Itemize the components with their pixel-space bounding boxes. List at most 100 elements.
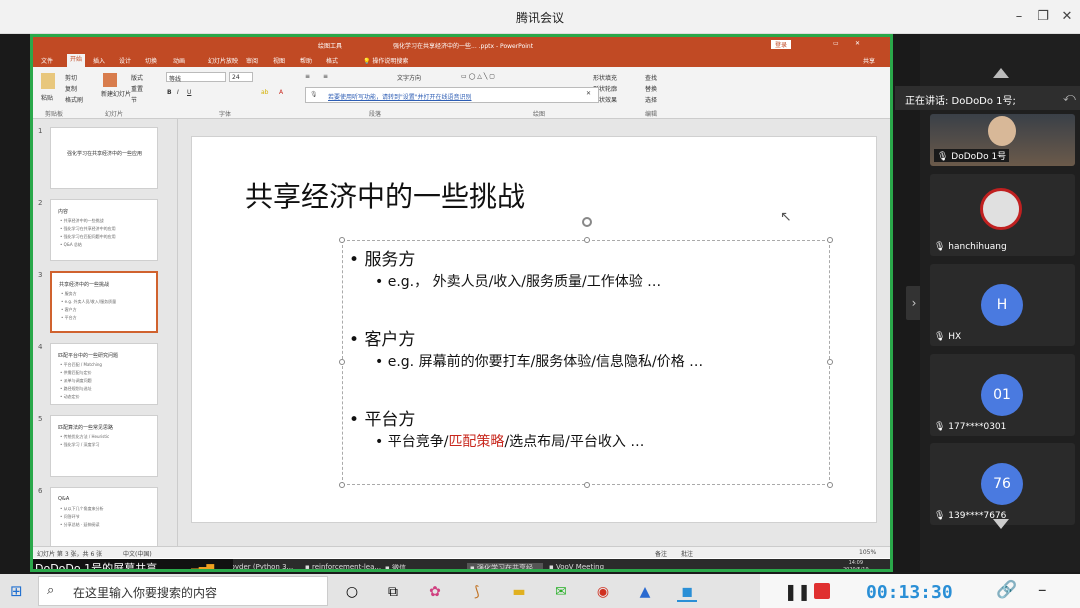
resize-handle[interactable] (584, 237, 590, 243)
resize-handle[interactable] (827, 237, 833, 243)
ribbon-options-icon[interactable]: ▭ (833, 40, 839, 47)
replace-button[interactable]: 替换 (645, 84, 657, 93)
dictation-notice-link[interactable]: 若要使用听写功能，请转到"设置"并打开在线语音识别 (328, 92, 472, 101)
task-view-icon[interactable]: ⧉ (383, 582, 403, 602)
font-size-field[interactable]: 24 (229, 72, 253, 82)
slide-thumbnail[interactable]: 内容 • 共享经济中的一些挑战 • 强化学习在共享经济中的应用 • 强化学习在匹配问题… (50, 199, 158, 261)
resize-handle[interactable] (339, 359, 345, 365)
ribbon-tab[interactable]: 切换 (145, 56, 157, 65)
zoom-level[interactable]: 105% (859, 549, 876, 556)
paste-button[interactable]: 粘贴 (41, 93, 53, 102)
resize-handle[interactable] (339, 482, 345, 488)
format-painter-button[interactable]: 格式刷 (65, 95, 83, 104)
slide-thumbnail[interactable]: 共享经济中的一些挑战 • 服务方 • e.g. 外卖人员/收入/服务质量 • 客户方 •… (50, 271, 158, 333)
font-name-field[interactable]: 等线 (166, 72, 226, 83)
rotate-handle-icon[interactable] (582, 217, 592, 227)
paste-icon[interactable] (41, 73, 55, 89)
tencent-meeting-icon[interactable]: ◼ (677, 582, 697, 602)
font-color-icon[interactable]: A (279, 89, 283, 96)
reset-button[interactable]: 重置 (131, 84, 143, 93)
shapes-gallery[interactable]: ▭ ◯ △ ╲ ▢ (461, 73, 495, 80)
slide-thumbnail[interactable]: 匹配算法的一些常见思路 • 传统优化方法 / Heuristic • 强化学习 / … (50, 415, 158, 477)
ribbon-tab[interactable]: 动画 (173, 56, 185, 65)
taskbar-app[interactable]: ▪ VooV Meeting (549, 563, 604, 569)
participant-tile[interactable]: 🎙 hanchihuang (930, 174, 1075, 256)
underline-icon[interactable]: U (187, 89, 191, 96)
participant-tile[interactable]: H 🎙 HX (930, 264, 1075, 346)
cut-button[interactable]: 剪切 (65, 73, 77, 82)
bullets-icon[interactable]: ≡ (305, 73, 310, 80)
resize-handle[interactable] (827, 359, 833, 365)
new-slide-icon[interactable] (103, 73, 117, 87)
ppt-close-icon[interactable]: ✕ (855, 40, 860, 47)
detail-provider: • e.g.， 外卖人员/收入/服务质量/工作体验 … (375, 274, 662, 290)
find-button[interactable]: 查找 (645, 73, 657, 82)
select-button[interactable]: 选择 (645, 95, 657, 104)
expand-icon[interactable]: ⤺ (1063, 90, 1076, 105)
scroll-up-icon[interactable] (993, 68, 1009, 78)
app-pinned-icon[interactable]: ⟆ (467, 582, 487, 602)
text-direction-button[interactable]: 文字方向 (397, 73, 421, 82)
new-slide-button[interactable]: 新建幻灯片 (101, 89, 131, 98)
thumbnail-number: 6 (38, 487, 43, 495)
ribbon-tab[interactable]: 幻灯片放映 (208, 56, 238, 65)
ribbon-tab[interactable]: 设计 (119, 56, 131, 65)
notice-close-icon[interactable]: ✕ (586, 90, 591, 97)
resize-handle[interactable] (827, 482, 833, 488)
scroll-down-icon[interactable] (993, 519, 1009, 529)
taskbar-app[interactable]: ▪ 微信 (385, 563, 406, 569)
slide-thumbnail[interactable]: Q&A • 从以下几个角度来分析 • 问答环节 • 分享总结 · 延伸阅读 (50, 487, 158, 549)
taskbar-app[interactable]: ▪ reinforcement-lea... (305, 563, 381, 569)
close-icon[interactable]: ✕ (1056, 6, 1078, 28)
app-pinned-icon[interactable]: ✿ (425, 582, 445, 602)
lightbulb-icon[interactable]: 💡 操作说明搜索 (363, 56, 408, 65)
shape-fill-button[interactable]: 形状填充 (593, 73, 617, 82)
minimize-icon[interactable]: – (1008, 6, 1030, 28)
slide: 共享经济中的一些挑战 • 服务方 • e.g.， 外卖人员/收入/服务质量/工作… (191, 136, 877, 523)
pause-icon[interactable]: ❚❚ (784, 582, 811, 601)
share-button[interactable]: 共享 (863, 56, 875, 65)
slide-thumbnail[interactable]: 匹配平台中的一些研究问题 • 平台匹配 / Matching • 供需匹配与定价 • … (50, 343, 158, 405)
content-textbox[interactable]: • 服务方 • e.g.， 外卖人员/收入/服务质量/工作体验 … • 客户方 … (339, 237, 833, 488)
taskbar-search-box[interactable]: ⌕ 在这里输入你要搜索的内容 (38, 576, 328, 606)
thumbnail-line: • 供需匹配与定价 (60, 370, 92, 375)
comments-button[interactable]: 批注 (681, 549, 693, 558)
italic-icon[interactable]: I (177, 89, 179, 96)
signin-button[interactable]: 登录 (771, 40, 792, 49)
cortana-icon[interactable]: ○ (342, 582, 362, 602)
participant-tile[interactable]: 01 🎙 177****0301 (930, 354, 1075, 436)
ribbon-tab[interactable]: 审阅 (246, 56, 258, 65)
section-button[interactable]: 节 (131, 95, 137, 104)
slide-number-status: 幻灯片 第 3 张，共 6 张 (37, 551, 103, 558)
minimize-bar-icon[interactable]: – (1038, 580, 1047, 600)
resize-handle[interactable] (584, 482, 590, 488)
wechat-icon[interactable]: ✉ (551, 582, 571, 602)
file-explorer-icon[interactable]: ▬ (509, 582, 529, 602)
copy-button[interactable]: 复制 (65, 84, 77, 93)
bold-icon[interactable]: B (167, 89, 172, 96)
notes-button[interactable]: 备注 (655, 549, 667, 558)
stop-icon[interactable] (814, 583, 830, 599)
participant-tile[interactable]: 🎙 DoDoDo 1号 (930, 114, 1075, 166)
layout-button[interactable]: 版式 (131, 73, 143, 82)
ribbon-tab[interactable]: 视图 (273, 56, 285, 65)
chrome-icon[interactable]: ◉ (593, 582, 613, 602)
link-icon[interactable]: 🔗 (996, 580, 1017, 600)
restore-icon[interactable]: ❐ (1032, 6, 1054, 28)
voov-icon[interactable]: ▲ (635, 582, 655, 602)
participant-tile[interactable]: 76 🎙 139****7676 (930, 443, 1075, 525)
tell-me-search[interactable]: 操作说明搜索 (372, 58, 408, 65)
ribbon-tab[interactable]: 帮助 (300, 56, 312, 65)
resize-handle[interactable] (339, 237, 345, 243)
speaking-indicator: 正在讲话: DoDoDo 1号; ⤺ (895, 86, 1080, 110)
ribbon-tab[interactable]: 插入 (93, 56, 105, 65)
slide-thumbnail[interactable]: 强化学习在共享经济中的一些应用 (50, 127, 158, 189)
numbering-icon[interactable]: ≡ (323, 73, 328, 80)
ribbon-tabs: 文件 开始 插入 设计 切换 动画 幻灯片放映 审阅 视图 帮助 格式 💡 操作说明搜索 共享 (33, 53, 890, 67)
highlight-icon[interactable]: ab (261, 89, 269, 96)
taskbar-app[interactable]: ▪ 强化学习在共享经... (467, 563, 543, 569)
ribbon-tab[interactable]: 文件 (41, 56, 53, 65)
ribbon-tab[interactable]: 开始 (67, 54, 86, 67)
ribbon-tab[interactable]: 格式 (326, 56, 338, 65)
windows-start-icon[interactable]: ⊞ (10, 582, 23, 600)
